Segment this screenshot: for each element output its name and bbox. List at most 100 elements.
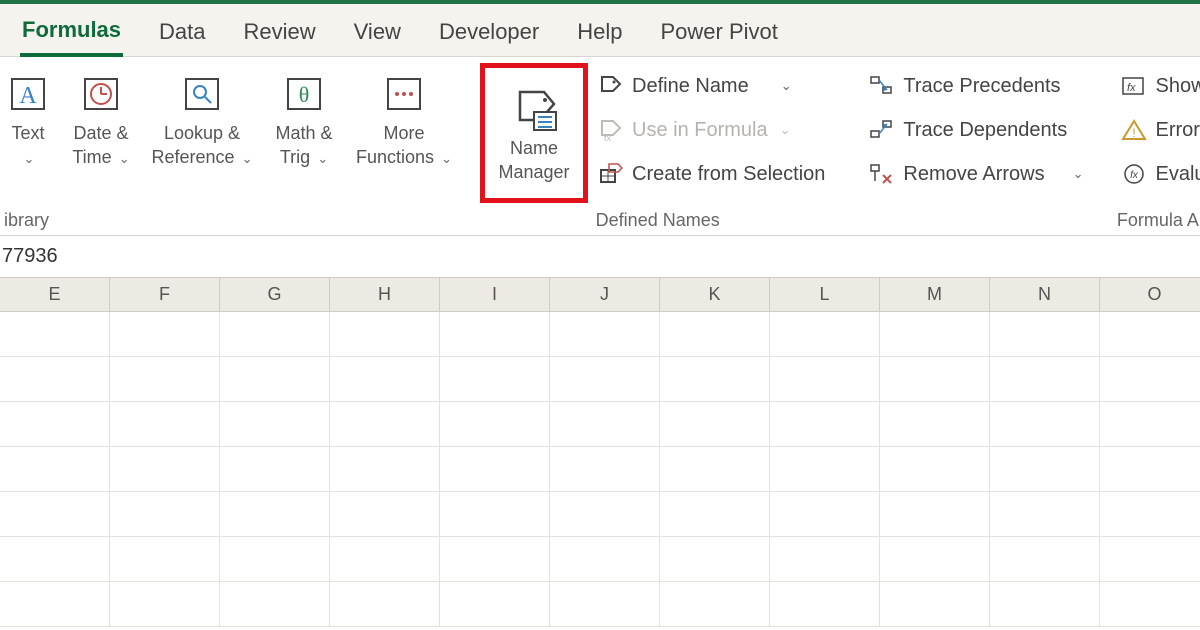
cell[interactable]	[550, 447, 660, 491]
cell[interactable]	[110, 357, 220, 401]
cell[interactable]	[440, 402, 550, 446]
cell[interactable]	[1100, 312, 1200, 356]
column-header[interactable]: L	[770, 278, 880, 311]
cell[interactable]	[330, 447, 440, 491]
column-header[interactable]: G	[220, 278, 330, 311]
cell[interactable]	[220, 537, 330, 581]
cell[interactable]	[330, 492, 440, 536]
remove-arrows-button[interactable]: Remove Arrows ⌄	[863, 155, 1089, 193]
cell[interactable]	[0, 582, 110, 626]
cell[interactable]	[1100, 537, 1200, 581]
column-header[interactable]: K	[660, 278, 770, 311]
cell[interactable]	[440, 357, 550, 401]
cell[interactable]	[990, 537, 1100, 581]
column-header[interactable]: I	[440, 278, 550, 311]
cell[interactable]	[550, 537, 660, 581]
math-trig-functions-button[interactable]: θ Math & Trig ⌄	[264, 63, 344, 168]
cell[interactable]	[110, 402, 220, 446]
cell[interactable]	[660, 402, 770, 446]
cell[interactable]	[880, 537, 990, 581]
tab-view[interactable]: View	[352, 15, 403, 55]
cell[interactable]	[990, 402, 1100, 446]
cell[interactable]	[770, 357, 880, 401]
cell[interactable]	[550, 402, 660, 446]
cell[interactable]	[550, 492, 660, 536]
cell[interactable]	[770, 537, 880, 581]
cell[interactable]	[220, 447, 330, 491]
cell[interactable]	[220, 492, 330, 536]
cell[interactable]	[770, 312, 880, 356]
tab-review[interactable]: Review	[242, 15, 318, 55]
cell[interactable]	[440, 582, 550, 626]
cell[interactable]	[770, 582, 880, 626]
cell[interactable]	[660, 312, 770, 356]
cell[interactable]	[770, 492, 880, 536]
spreadsheet-grid[interactable]	[0, 312, 1200, 627]
tab-help[interactable]: Help	[575, 15, 624, 55]
cell[interactable]	[550, 357, 660, 401]
cell[interactable]	[1100, 492, 1200, 536]
tab-formulas[interactable]: Formulas	[20, 13, 123, 57]
cell[interactable]	[110, 312, 220, 356]
cell[interactable]	[1100, 402, 1200, 446]
column-header[interactable]: N	[990, 278, 1100, 311]
cell[interactable]	[880, 582, 990, 626]
name-manager-button[interactable]: Name Manager	[480, 63, 588, 203]
cell[interactable]	[440, 492, 550, 536]
show-formulas-button[interactable]: fx Show	[1115, 67, 1200, 105]
date-time-functions-button[interactable]: Date & Time ⌄	[62, 63, 140, 168]
cell[interactable]	[440, 537, 550, 581]
tab-power-pivot[interactable]: Power Pivot	[658, 15, 779, 55]
text-functions-button[interactable]: A Text ⌄	[2, 63, 54, 168]
cell[interactable]	[1100, 357, 1200, 401]
cell[interactable]	[330, 312, 440, 356]
cell[interactable]	[220, 582, 330, 626]
define-name-button[interactable]: Define Name ⌄	[592, 67, 831, 105]
cell[interactable]	[110, 582, 220, 626]
cell[interactable]	[330, 537, 440, 581]
cell[interactable]	[880, 357, 990, 401]
more-functions-button[interactable]: More Functions ⌄	[352, 63, 456, 168]
cell[interactable]	[880, 312, 990, 356]
formula-bar[interactable]: 77936	[0, 236, 1200, 278]
cell[interactable]	[440, 447, 550, 491]
cell[interactable]	[880, 492, 990, 536]
trace-precedents-button[interactable]: Trace Precedents	[863, 67, 1089, 105]
cell[interactable]	[880, 447, 990, 491]
cell[interactable]	[0, 492, 110, 536]
cell[interactable]	[660, 537, 770, 581]
tab-data[interactable]: Data	[157, 15, 207, 55]
cell[interactable]	[330, 402, 440, 446]
tab-developer[interactable]: Developer	[437, 15, 541, 55]
cell[interactable]	[880, 402, 990, 446]
cell[interactable]	[330, 357, 440, 401]
cell[interactable]	[990, 447, 1100, 491]
cell[interactable]	[660, 447, 770, 491]
cell[interactable]	[770, 447, 880, 491]
create-from-selection-button[interactable]: Create from Selection	[592, 155, 831, 193]
cell[interactable]	[0, 312, 110, 356]
error-checking-button[interactable]: ! Error C	[1115, 111, 1200, 149]
column-header[interactable]: H	[330, 278, 440, 311]
cell[interactable]	[110, 492, 220, 536]
cell[interactable]	[770, 402, 880, 446]
cell[interactable]	[660, 492, 770, 536]
cell[interactable]	[550, 312, 660, 356]
cell[interactable]	[660, 582, 770, 626]
cell[interactable]	[220, 402, 330, 446]
column-header[interactable]: M	[880, 278, 990, 311]
evaluate-formula-button[interactable]: fx Evalua	[1115, 155, 1200, 193]
column-header[interactable]: J	[550, 278, 660, 311]
cell[interactable]	[0, 537, 110, 581]
cell[interactable]	[220, 357, 330, 401]
cell[interactable]	[440, 312, 550, 356]
cell[interactable]	[1100, 447, 1200, 491]
cell[interactable]	[110, 447, 220, 491]
cell[interactable]	[0, 447, 110, 491]
cell[interactable]	[220, 312, 330, 356]
cell[interactable]	[110, 537, 220, 581]
cell[interactable]	[550, 582, 660, 626]
cell[interactable]	[990, 312, 1100, 356]
column-header[interactable]: E	[0, 278, 110, 311]
cell[interactable]	[660, 357, 770, 401]
